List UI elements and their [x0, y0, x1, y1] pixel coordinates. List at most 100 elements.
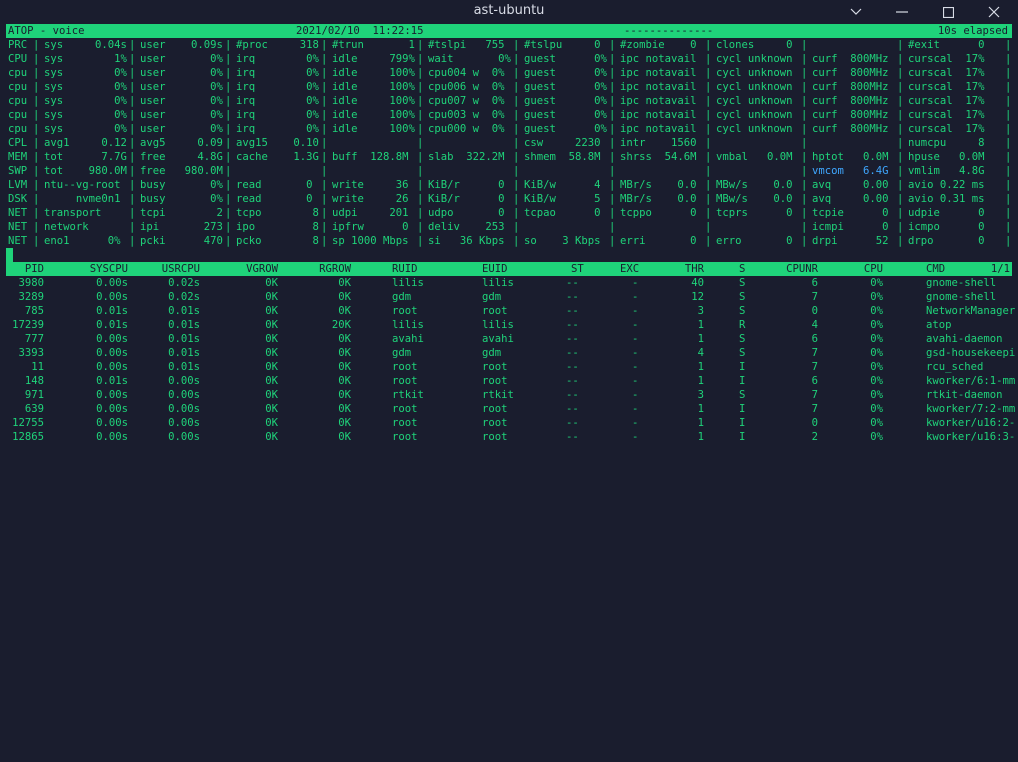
process-row[interactable]: 12865 0.00s 0.00s 0K 0K root root -- -1 I 2 0% kwork… [6, 430, 1015, 444]
stat-row-lvm: LVM ntu--vg-root busy 0% read 0 write 36 KiB/… [6, 178, 1012, 192]
column-header-usrcpu[interactable]: USRCPU [162, 262, 200, 276]
process-cell: 6 [811, 277, 818, 289]
column-header-11[interactable]: 1/1 [991, 262, 1010, 276]
column-separator: | [705, 179, 712, 191]
column-header-cmd[interactable]: CMD [926, 262, 945, 276]
column-separator: | [513, 81, 520, 93]
column-header-syscpu[interactable]: SYSCPU [90, 262, 128, 276]
process-cell: 0K [265, 319, 278, 331]
column-separator: | [1005, 109, 1012, 121]
stat-field: sys 0% [44, 95, 127, 107]
column-separator: | [801, 193, 808, 205]
stat-field: intr 1560 [620, 137, 697, 149]
column-separator: | [897, 151, 904, 163]
column-header-euid[interactable]: EUID [482, 262, 508, 276]
column-header-thr[interactable]: THR [685, 262, 704, 276]
close-icon[interactable] [971, 0, 1017, 24]
stat-field: sys 0% [44, 123, 127, 135]
process-row[interactable]: 12755 0.00s 0.00s 0K 0K root root -- -1 I 0 0% kwork… [6, 416, 1016, 430]
column-separator: | [321, 151, 328, 163]
process-row[interactable]: 3393 0.00s 0.01s 0K 0K gdm gdm -- -4 S 7 0% gsd-hous… [6, 346, 1015, 360]
column-separator: | [321, 207, 328, 219]
stat-row-cpu: CPU sys 1% user 0% irq 0% idle 799% wait 0% gu… [6, 52, 1012, 66]
stat-field: ipc notavail [620, 95, 697, 107]
column-separator: | [417, 81, 424, 93]
process-cell: 7 [811, 389, 818, 401]
stat-field: so 3 Kbps [524, 235, 601, 247]
process-row[interactable]: 3289 0.00s 0.02s 0K 0K gdm gdm -- -12 S 7 0% gnome-s… [6, 290, 1012, 304]
maximize-icon[interactable] [925, 0, 971, 24]
column-header-ruid[interactable]: RUID [392, 262, 418, 276]
column-separator: | [609, 53, 616, 65]
stat-field: deliv 253 [428, 221, 505, 233]
column-separator: | [225, 123, 232, 135]
process-cell: 1 [697, 375, 704, 387]
process-cell: 0.01s [96, 375, 128, 387]
minimize-icon[interactable] [879, 0, 925, 24]
atop-terminal[interactable]: ATOP - voice 2021/02/10 11:22:15 -------… [6, 24, 1016, 444]
stat-field: read 0 [236, 193, 313, 205]
column-header-cpu[interactable]: CPU [864, 262, 883, 276]
process-row[interactable]: 777 0.00s 0.01s 0K 0K avahi avahi -- -1 S 6 0% avahi… [6, 332, 1012, 346]
process-cell: 0K [338, 389, 351, 401]
process-cell: 0K [338, 403, 351, 415]
column-header-exc[interactable]: EXC [620, 262, 639, 276]
column-header-s[interactable]: S [739, 262, 745, 276]
column-separator: | [801, 179, 808, 191]
process-cell: kworker/u16:2- [926, 417, 1016, 429]
column-separator: | [609, 109, 616, 121]
process-row[interactable]: 785 0.01s 0.01s 0K 0K root root -- -3 S 0 0% Network… [6, 304, 1015, 318]
stat-field: MBw/s 0.0 [716, 193, 793, 205]
column-separator: | [801, 67, 808, 79]
stat-field: KiB/w 4 [524, 179, 601, 191]
stat-row-cpu: cpu sys 0% user 0% irq 0% idle 100% cpu007 w … [6, 94, 1012, 108]
column-separator: | [897, 123, 904, 135]
column-header-vgrow[interactable]: VGROW [246, 262, 278, 276]
column-separator: | [417, 53, 424, 65]
process-cell: root [392, 375, 418, 387]
process-row[interactable]: 3980 0.00s 0.02s 0K 0K lilis lilis -- -40 S 6 0% gno… [6, 276, 1012, 290]
stat-field: MBr/s 0.0 [620, 193, 697, 205]
process-cell: 0.01s [168, 305, 200, 317]
column-separator: | [513, 39, 520, 51]
process-cell: 0% [870, 361, 883, 373]
stat-field: ntu--vg-root [44, 179, 121, 191]
column-header-pid[interactable]: PID [25, 262, 44, 276]
stat-field: clones 0 [716, 39, 793, 51]
process-row[interactable]: 11 0.00s 0.01s 0K 0K root root -- -1 I 7 0% rcu_sche… [6, 360, 1012, 374]
stat-field: tcpi 2 [140, 207, 223, 219]
stat-field: udpie 0 [908, 207, 985, 219]
chevron-down-icon[interactable] [833, 0, 879, 24]
stat-label: NET [8, 235, 28, 247]
column-separator: | [129, 109, 136, 121]
process-row[interactable]: 148 0.01s 0.00s 0K 0K root root -- -1 I 6 0% kworker… [6, 374, 1015, 388]
column-header-cpunr[interactable]: CPUNR [786, 262, 818, 276]
column-separator: | [897, 95, 904, 107]
process-cell: 0% [870, 403, 883, 415]
column-separator: | [225, 95, 232, 107]
stat-field: curscal 17% [908, 53, 985, 65]
process-row[interactable]: 639 0.00s 0.00s 0K 0K root root -- -1 I 7 0% kworker… [6, 402, 1015, 416]
stat-field: nvme0n1 [44, 193, 121, 205]
column-separator: | [129, 207, 136, 219]
column-header-rgrow[interactable]: RGROW [319, 262, 351, 276]
process-cell: 0K [265, 389, 278, 401]
process-row[interactable]: 971 0.00s 0.00s 0K 0K rtkit rtkit -- -3 S 7 0% rtkit… [6, 388, 1012, 402]
stat-field: irq 0% [236, 81, 319, 93]
stat-field: tcpo 8 [236, 207, 319, 219]
process-cell: 0.00s [168, 403, 200, 415]
process-cell: root [482, 403, 508, 415]
stat-label: cpu [8, 67, 28, 79]
column-separator: | [705, 123, 712, 135]
process-cell: -- [566, 417, 579, 429]
stat-field: cpu006 w 0% [428, 81, 505, 93]
column-separator: | [897, 39, 904, 51]
column-separator: | [129, 39, 136, 51]
process-cell: 0.00s [96, 361, 128, 373]
process-cell: - [632, 375, 639, 387]
process-cell: 0.00s [96, 291, 128, 303]
process-cell: 0.00s [168, 417, 200, 429]
column-header-st[interactable]: ST [571, 262, 584, 276]
stat-field: avg15 0.10 [236, 137, 319, 149]
process-row[interactable]: 17239 0.01s 0.01s 0K 20K lilis lilis -- -1 R 4 0% at… [6, 318, 1012, 332]
